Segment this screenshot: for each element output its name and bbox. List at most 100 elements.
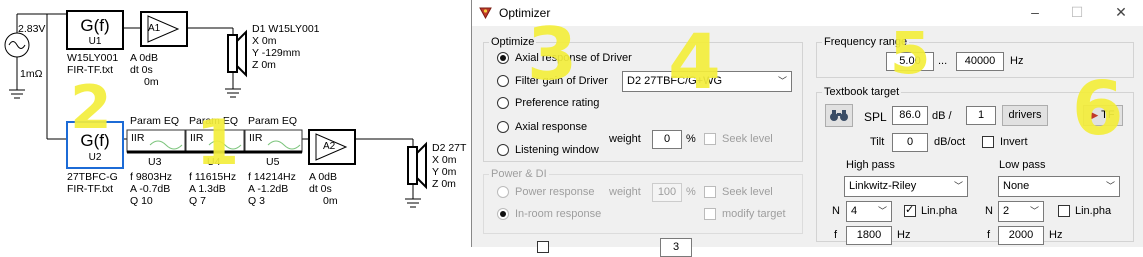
optimizer-window: Optimizer – ☐ ✕ Optimize Axial response …: [471, 0, 1143, 257]
radio-label-preference-rating[interactable]: Preference rating: [515, 97, 599, 109]
eq3-q: Q 3: [248, 195, 265, 207]
high-pass-lin-pha-label[interactable]: Lin.pha: [921, 205, 957, 217]
tilt-input[interactable]: 0: [892, 133, 928, 152]
amp-a2-extra: 0m: [323, 195, 338, 207]
power-di-group-label: Power & DI: [489, 168, 549, 180]
source-resistance: 1mΩ: [20, 68, 43, 80]
chevron-down-icon: ﹀: [953, 181, 963, 191]
weight-input[interactable]: 0: [652, 130, 682, 149]
radio-filter-gain[interactable]: [497, 75, 509, 87]
drivers-count-input[interactable]: 1: [966, 106, 996, 125]
textbook-target-label: Textbook target: [822, 86, 902, 98]
amp-a2-gain: A 0dB: [309, 171, 338, 183]
power-weight-label: weight: [609, 186, 641, 198]
low-pass-type-select[interactable]: None ﹀: [998, 176, 1120, 197]
filter-u1[interactable]: G(f) U1: [66, 10, 124, 50]
eq3-id: U5: [266, 156, 280, 168]
minimum-checkbox[interactable]: [537, 241, 549, 253]
eq1-header: Param EQ: [130, 115, 180, 127]
driver1-x: X 0m: [252, 35, 277, 47]
modify-target-label[interactable]: modify target: [722, 208, 786, 220]
high-pass-order-value: 4: [851, 205, 858, 217]
eq2-a: A 1.3dB: [189, 183, 226, 195]
minimize-icon[interactable]: –: [1026, 4, 1044, 20]
radio-in-room-response[interactable]: [497, 208, 509, 220]
filter-u2-file: FIR-TF.txt: [67, 183, 114, 195]
eq1-q: Q 10: [130, 195, 153, 207]
tilt-label: Tilt: [870, 136, 885, 148]
high-pass-type-select[interactable]: Linkwitz-Riley ﹀: [844, 176, 968, 197]
high-pass-f-label: f: [834, 229, 838, 241]
radio-label-power-response[interactable]: Power response: [515, 186, 595, 198]
binoculars-icon: [830, 110, 848, 121]
filter-u2-id: U2: [88, 152, 102, 163]
chevron-down-icon: ﹀: [1105, 181, 1115, 191]
radio-preference-rating[interactable]: [497, 97, 509, 109]
drivers-button[interactable]: drivers: [1002, 105, 1048, 126]
eq3-a: A -1.2dB: [248, 183, 289, 195]
power-di-group: [483, 174, 803, 234]
spl-label: SPL: [864, 110, 887, 124]
invert-checkbox[interactable]: [982, 136, 994, 148]
low-pass-lin-pha-checkbox[interactable]: [1058, 205, 1070, 217]
seek-level-checkbox[interactable]: [704, 133, 716, 145]
radio-label-listening-window[interactable]: Listening window: [515, 144, 599, 156]
highlight-number-6: 6: [1072, 66, 1124, 152]
chevron-down-icon: ﹀: [1029, 206, 1039, 216]
schematic-canvas: 2.83V 1mΩ G(f) U1 W15LY001 FIR-TF.txt A1…: [0, 0, 471, 247]
driver1-title: D1 W15LY001: [252, 23, 320, 35]
close-icon[interactable]: ✕: [1112, 4, 1130, 20]
power-weight-input[interactable]: 100: [652, 183, 682, 202]
high-pass-freq-input[interactable]: 1800: [846, 226, 892, 245]
radio-label-in-room-response[interactable]: In-room response: [515, 208, 601, 220]
minimum-value-input[interactable]: 3: [660, 238, 692, 257]
invert-label[interactable]: Invert: [1000, 136, 1028, 148]
driver1-z: Z 0m: [252, 59, 276, 71]
low-pass-order-select[interactable]: 2 ﹀: [998, 201, 1044, 222]
radio-listening-window[interactable]: [497, 144, 509, 156]
freq-range-separator: ...: [938, 55, 948, 67]
power-seek-level-checkbox[interactable]: [704, 186, 716, 198]
filter-u2-name: 27TBFC-G: [67, 171, 118, 183]
chevron-down-icon: ﹀: [877, 206, 887, 216]
high-pass-label: High pass: [846, 159, 895, 171]
low-pass-f-label: f: [987, 229, 991, 241]
eq1-type[interactable]: IIR: [131, 133, 144, 144]
eq1-a: A -0.7dB: [130, 183, 171, 195]
driver2-title: D2 27T: [432, 142, 467, 154]
low-pass-type-value: None: [1003, 180, 1030, 192]
freq-to-input[interactable]: 40000: [956, 52, 1004, 71]
high-pass-type-value: Linkwitz-Riley: [849, 180, 917, 192]
weight-label: weight: [609, 133, 641, 145]
amp-a2-label: A2: [323, 141, 336, 152]
amp-a1-delay: dt 0s: [130, 64, 153, 76]
source-voltage: 2.83V: [18, 23, 46, 35]
highlight-number-2: 2: [70, 73, 112, 143]
high-pass-order-select[interactable]: 4 ﹀: [846, 201, 892, 222]
eq3-type[interactable]: IIR: [249, 133, 262, 144]
low-pass-freq-unit: Hz: [1049, 229, 1063, 241]
amp-a1-label: A1: [148, 23, 161, 34]
modify-target-checkbox[interactable]: [704, 208, 716, 220]
seek-level-label[interactable]: Seek level: [722, 133, 773, 145]
low-pass-lin-pha-label[interactable]: Lin.pha: [1075, 205, 1111, 217]
maximize-icon[interactable]: ☐: [1068, 4, 1086, 20]
highlight-number-1: 1: [196, 106, 240, 179]
high-pass-freq-unit: Hz: [897, 229, 911, 241]
chevron-down-icon: ﹀: [777, 76, 787, 86]
driver2-x: X 0m: [432, 154, 457, 166]
radio-axial-response-driver[interactable]: [497, 52, 509, 64]
binoculars-button[interactable]: [825, 104, 853, 127]
power-seek-level-label[interactable]: Seek level: [722, 186, 773, 198]
radio-axial-response[interactable]: [497, 121, 509, 133]
low-pass-freq-input[interactable]: 2000: [998, 226, 1044, 245]
high-pass-lin-pha-checkbox[interactable]: [904, 203, 916, 217]
amp-a1-extra: 0m: [144, 76, 159, 88]
filter-u1-label: G(f): [80, 16, 110, 35]
radio-label-axial-response[interactable]: Axial response: [515, 121, 587, 133]
radio-power-response[interactable]: [497, 186, 509, 198]
spl-input[interactable]: 86.0: [892, 106, 928, 125]
filter-u1-name: W15LY001: [67, 52, 119, 64]
highlight-number-4: 4: [668, 17, 721, 106]
eq3-header: Param EQ: [248, 115, 298, 127]
